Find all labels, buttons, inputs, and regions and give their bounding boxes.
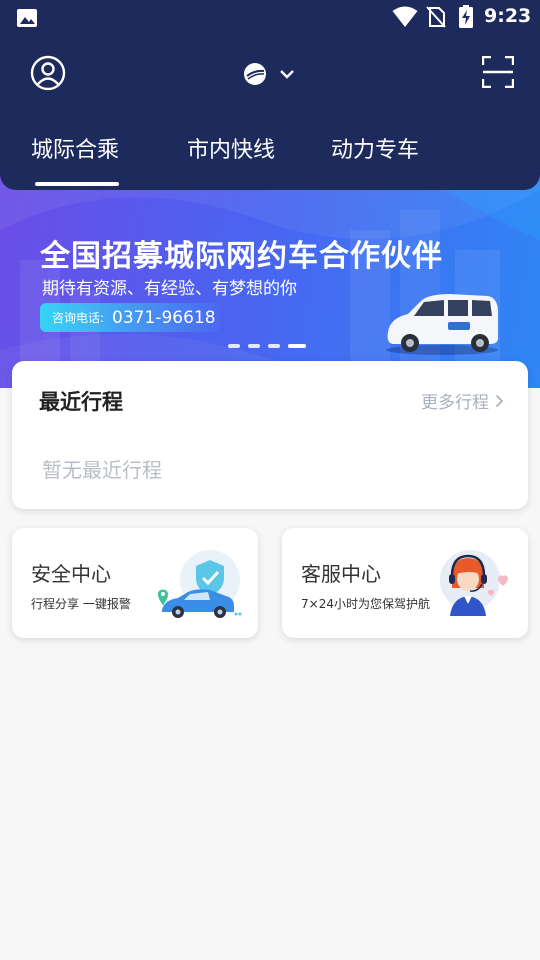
chevron-right-icon bbox=[495, 394, 504, 407]
safety-center-subtitle: 行程分享 一键报警 bbox=[31, 597, 131, 611]
brand-logo-icon bbox=[244, 63, 266, 85]
more-trips-link[interactable]: 更多行程 bbox=[421, 388, 504, 413]
chevron-down-icon bbox=[280, 70, 294, 79]
scan-icon[interactable] bbox=[482, 56, 514, 88]
battery-charging-icon bbox=[459, 5, 473, 28]
status-bar: 9:23 bbox=[0, 0, 540, 36]
tab-city-express[interactable]: 市内快线 bbox=[187, 132, 275, 164]
wifi-icon bbox=[392, 6, 418, 27]
app-header: 9:23 城际合乘 市内快线 动力专车 bbox=[0, 0, 540, 190]
customer-service-title: 客服中心 bbox=[301, 562, 381, 586]
clock: 9:23 bbox=[484, 5, 532, 27]
customer-service-card[interactable]: 客服中心 7×24小时为您保驾护航 bbox=[282, 528, 528, 638]
brand-selector[interactable] bbox=[243, 60, 303, 88]
customer-service-subtitle: 7×24小时为您保驾护航 bbox=[301, 597, 430, 611]
recent-trips-title: 最近行程 bbox=[39, 390, 123, 414]
more-trips-label: 更多行程 bbox=[421, 393, 489, 413]
banner-subtitle: 期待有资源、有经验、有梦想的你 bbox=[42, 279, 297, 299]
safety-car-shield-illustration bbox=[158, 550, 242, 618]
carousel-dot-active bbox=[288, 344, 306, 348]
safety-center-card[interactable]: 安全中心 行程分享 一键报警 bbox=[12, 528, 258, 638]
carousel-dot bbox=[248, 344, 260, 348]
carousel-indicator bbox=[228, 344, 306, 348]
user-profile-icon[interactable] bbox=[30, 55, 66, 91]
no-sim-icon bbox=[426, 6, 446, 28]
customer-service-agent-illustration bbox=[440, 550, 508, 616]
banner-title: 全国招募城际网约车合作伙伴 bbox=[40, 239, 443, 274]
service-tabs: 城际合乘 市内快线 动力专车 bbox=[0, 132, 540, 182]
safety-center-title: 安全中心 bbox=[31, 562, 111, 586]
van-illustration bbox=[386, 294, 498, 355]
tab-intercity-carpool[interactable]: 城际合乘 bbox=[31, 132, 119, 164]
active-tab-indicator bbox=[35, 182, 119, 186]
recent-trips-card: 最近行程 更多行程 暂无最近行程 bbox=[12, 361, 528, 509]
empty-trips-text: 暂无最近行程 bbox=[42, 458, 162, 482]
gallery-notification-icon bbox=[17, 9, 37, 27]
phone-number: 0371-96618 bbox=[112, 307, 216, 328]
carousel-dot bbox=[228, 344, 240, 348]
tab-dongli-car[interactable]: 动力专车 bbox=[331, 132, 419, 164]
banner-phone-pill: 咨询电话: 0371-96618 bbox=[40, 303, 220, 332]
phone-label: 咨询电话: bbox=[52, 311, 105, 325]
carousel-dot bbox=[268, 344, 280, 348]
